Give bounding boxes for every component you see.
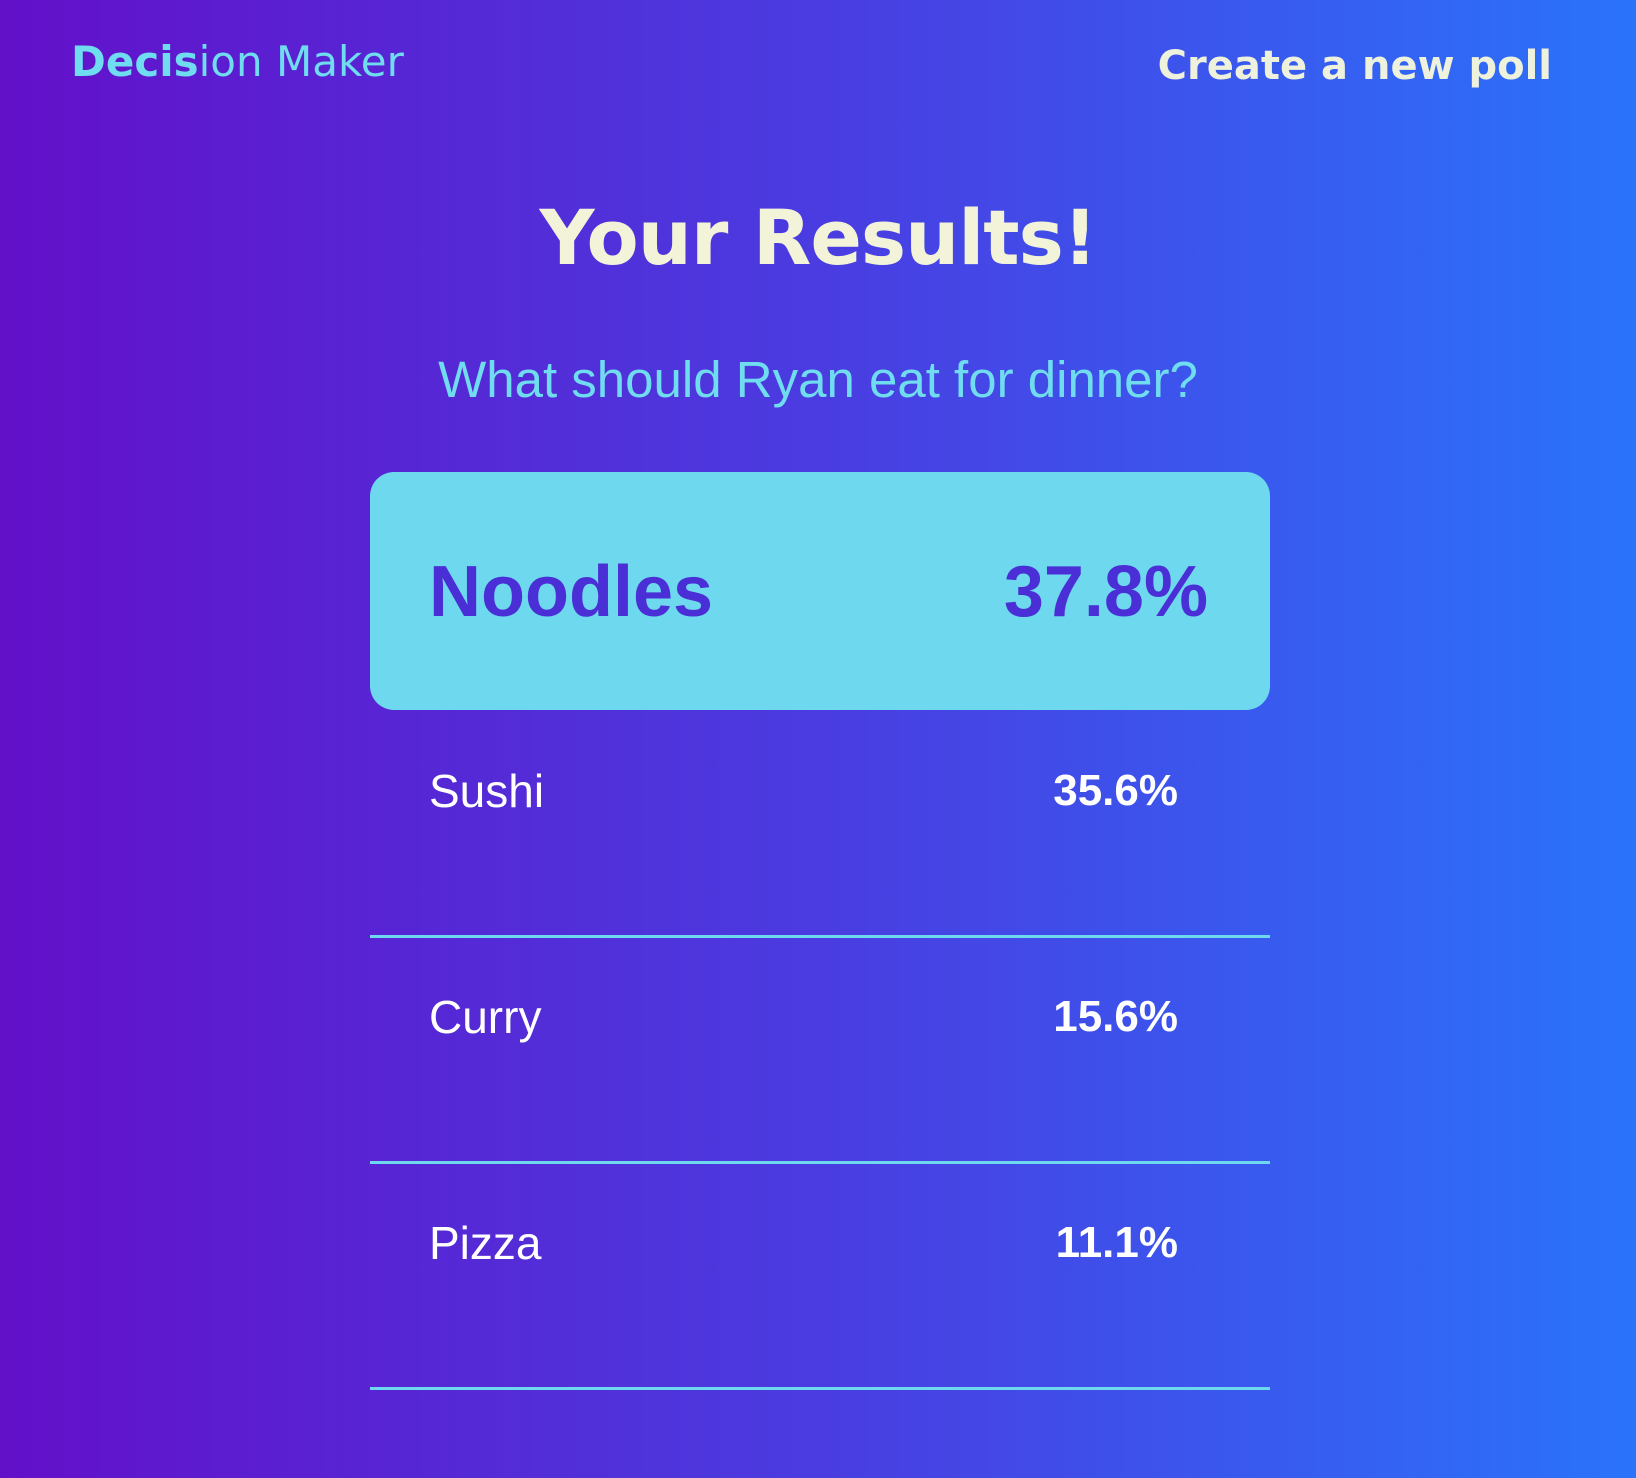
result-row: Pizza 11.1% — [370, 1164, 1270, 1390]
result-percent: 37.8% — [1003, 552, 1208, 632]
brand-name-light: ion Maker — [198, 37, 404, 86]
poll-question: What should Ryan eat for dinner? — [438, 351, 1198, 408]
brand-logo-link[interactable]: Decision Maker — [71, 34, 404, 90]
result-option-name: Pizza — [429, 1217, 542, 1269]
result-percent: 11.1% — [1055, 1218, 1178, 1267]
result-percent: 35.6% — [1053, 766, 1178, 815]
result-option-name: Curry — [429, 991, 542, 1043]
result-percent: 15.6% — [1053, 992, 1178, 1041]
results-page: Decision Maker Create a new poll Your Re… — [0, 0, 1636, 1478]
result-row: Sushi 35.6% — [370, 712, 1270, 938]
page-title: Your Results! — [539, 193, 1098, 282]
brand-name-bold: Decis — [71, 37, 199, 86]
create-new-poll-link[interactable]: Create a new poll — [1158, 38, 1552, 94]
result-option-name: Noodles — [429, 552, 714, 632]
result-option-name: Sushi — [429, 765, 545, 817]
result-row: Curry 15.6% — [370, 938, 1270, 1164]
winning-result-card: Noodles 37.8% — [370, 472, 1270, 710]
